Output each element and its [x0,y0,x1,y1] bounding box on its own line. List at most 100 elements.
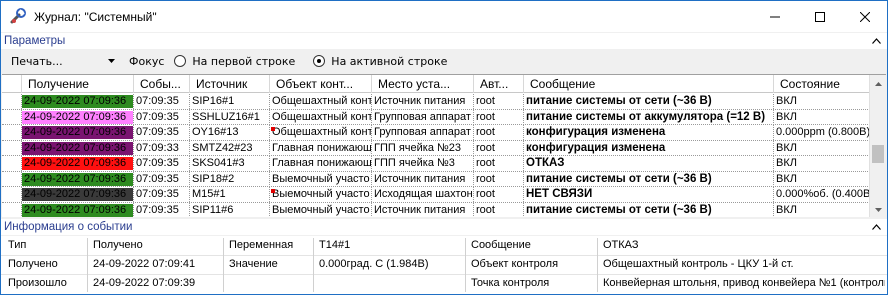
cell-message-text: НЕТ СВЯЗИ [526,188,593,200]
row-selector[interactable] [2,171,22,187]
radio-first-row-dot[interactable] [174,55,187,67]
cell-event-time-text: 07:09:35 [136,95,179,107]
cell-author: root [474,171,524,187]
cell-message: питание системы от аккумулятора (=12 В) [524,109,774,125]
cell-object: Выемочный участо [270,171,372,187]
row-selector[interactable] [2,187,22,202]
cell-place: Групповая аппарат [372,125,474,140]
table-row[interactable]: 24-09-2022 07:09:36 07:09:35 SIP11#6 Выемоч… [2,202,870,217]
cell-author-text: root [476,95,495,107]
cell-status-text: 0.000%об. (0.400В) [776,188,870,200]
control-point-value: Конвейерная штольня, привод конвейера №1… [603,277,885,289]
dropdown-arrow-icon [108,59,115,63]
grid-vertical-scrollbar[interactable] [869,75,886,217]
cell-source: SSHLUZ16#1 [190,109,270,125]
radio-first-row[interactable]: На первой строке [174,55,295,68]
cell-source-text: M15#1 [192,188,226,200]
cell-event-time: 07:09:35 [134,125,190,140]
minimize-icon [769,16,780,17]
table-row[interactable]: 24-09-2022 07:09:36 07:09:35 OY16#13 Общеша… [2,125,870,141]
minimize-button[interactable] [752,1,797,32]
control-object-value: Общешахтный контроль - ЦКУ 1-й ст. [603,258,794,270]
grid-header: Получение Собы... Источник Объект конт..… [2,75,870,93]
cell-status: ВКЛ [774,94,870,109]
radio-first-row-label: На первой строке [192,54,296,68]
header-event-time[interactable]: Собы... [134,75,190,93]
cell-author-text: root [476,126,495,138]
cell-source-text: SSHLUZ16#1 [192,110,260,123]
scroll-thumb[interactable] [872,145,884,163]
scroll-down-icon [875,207,882,212]
cell-message: конфигурация изменена [524,125,774,140]
row-selector[interactable] [2,156,22,171]
cell-received: 24-09-2022 07:09:36 [22,109,134,125]
table-row[interactable]: 24-09-2022 07:09:36 07:09:35 SSHLUZ16#1 Общ… [2,109,870,125]
chevron-up-icon [871,38,881,44]
cell-place-text: Групповая аппарат [374,126,471,138]
cell-object-text: Общешахтный конт [272,126,372,138]
cell-place-text: ГПП ячейка №3 [374,157,455,169]
cell-source: SKS041#3 [190,156,270,171]
cell-place: Источник питания [372,171,474,187]
table-row[interactable]: 24-09-2022 07:09:36 07:09:35 SKS041#3 Главн… [2,156,870,172]
table-row[interactable]: 24-09-2022 07:09:36 07:09:35 SIP18#2 Выемоч… [2,171,870,187]
cell-source-text: SKS041#3 [192,157,245,169]
cell-event-time: 07:09:35 [134,156,190,171]
row-selector[interactable] [2,125,22,140]
cell-event-time: 07:09:35 [134,187,190,202]
received-color-badge: 24-09-2022 07:09:36 [22,157,133,170]
received-color-badge: 24-09-2022 07:09:36 [22,141,133,155]
header-place[interactable]: Место уста... [372,75,474,93]
cell-object: Главная понижающ [270,140,372,156]
received-color-badge: 24-09-2022 07:09:36 [22,126,133,139]
maximize-button[interactable] [797,1,842,32]
cell-status: ВКЛ [774,140,870,156]
close-button[interactable] [842,1,887,32]
received-label: Получено [8,258,58,270]
radio-active-row[interactable]: На активной строке [313,55,447,68]
row-selector[interactable] [2,140,22,156]
cell-message: конфигурация изменена [524,140,774,156]
cell-received: 24-09-2022 07:09:36 [22,202,134,217]
control-object-label: Объект контроля [471,258,559,270]
cell-place-text: Исходящая шахтон [374,188,473,200]
cell-source: M15#1 [190,187,270,202]
row-selector[interactable] [2,202,22,217]
cell-author-text: root [476,188,495,200]
header-received[interactable]: Получение [22,75,134,93]
table-row[interactable]: 24-09-2022 07:09:36 07:09:35 SIP16#1 Общеша… [2,94,870,110]
cell-object-text: Общешахтный конт [272,110,372,123]
cell-place: ГПП ячейка №3 [372,156,474,171]
params-header-label: Параметры [4,35,66,47]
print-dropdown[interactable]: Печать... [11,55,115,68]
cell-source: SIP11#6 [190,202,270,217]
table-row[interactable]: 24-09-2022 07:09:36 07:09:35 M15#1 Выемочны… [2,187,870,203]
scroll-up-button[interactable] [870,75,886,92]
header-source[interactable]: Источник [190,75,270,93]
radio-active-row-dot[interactable] [313,55,326,67]
value-label: Значение [229,258,278,270]
cell-received: 24-09-2022 07:09:36 [22,156,134,171]
cell-status-text: ВКЛ [776,157,797,169]
cell-place: Исходящая шахтон [372,187,474,202]
event-grid[interactable]: Получение Собы... Источник Объект конт..… [2,74,886,217]
cell-status: ВКЛ [774,202,870,217]
alarm-marker-icon [271,127,275,131]
collapse-params-button[interactable] [869,35,883,47]
window-frame: Параметры Печать... Фокус На первой стро… [0,32,888,295]
table-row[interactable]: 24-09-2022 07:09:36 07:09:33 SMTZ42#23 Глав… [2,140,870,156]
cell-object: Общешахтный конт [270,109,372,125]
scroll-down-button[interactable] [870,201,886,217]
header-author[interactable]: Авт... [474,75,524,93]
alarm-marker-icon [271,189,275,193]
row-selector[interactable] [2,94,22,109]
header-status[interactable]: Состояние [774,75,870,93]
header-message[interactable]: Сообщение [524,75,774,93]
cell-status-text: ВКЛ [776,110,797,123]
cell-received: 24-09-2022 07:09:36 [22,187,134,202]
row-selector[interactable] [2,109,22,125]
header-object[interactable]: Объект конт... [270,75,372,93]
received-value: 24-09-2022 07:09:41 [93,258,196,270]
collapse-info-button[interactable] [869,221,883,233]
cell-author: root [474,125,524,140]
